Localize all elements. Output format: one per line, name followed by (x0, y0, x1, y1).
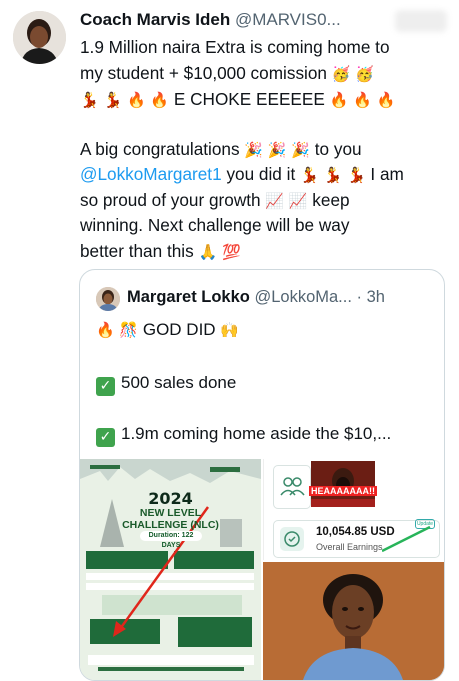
fire-emoji-icon: 🔥 (353, 91, 372, 109)
did-it-text: you did it (226, 164, 301, 184)
to-you-text: to you (314, 139, 362, 159)
users-card (273, 465, 311, 509)
dancer-emoji-icon: 💃 (103, 91, 123, 109)
congrats-text: A big congratulations (80, 139, 245, 159)
tweet-text-line-2: my student + $10,000 comission 🥳 🥳 (80, 61, 450, 88)
dancer-emoji-icon: 💃 (346, 166, 366, 184)
sales-done-text: 500 sales done (121, 373, 237, 392)
party-popper-emoji-icon: 🎉 (267, 141, 287, 159)
avatar-photo-icon (96, 287, 120, 311)
money-icon-glyph (284, 531, 300, 547)
users-icon (280, 477, 305, 496)
quoted-author-avatar[interactable] (96, 287, 120, 311)
fire-emoji-icon: 🔥 (150, 91, 170, 109)
party-face-emoji-icon: 🥳 (355, 65, 374, 83)
quoted-author-name[interactable]: Margaret Lokko (127, 288, 250, 306)
author-avatar[interactable] (13, 11, 66, 64)
growth-text: so proud of your growth (80, 190, 266, 210)
quoted-text-line-2: ✓ 500 sales done (96, 373, 236, 396)
media-grid: 2024 NEW LEVEL CHALLENGE (NLC) Duration:… (80, 459, 444, 680)
coming-home-text: 1.9m coming home aside the $10,... (121, 424, 392, 443)
party-popper-emoji-icon: 🎉 (291, 141, 310, 159)
quoted-author-handle[interactable]: @LokkoMa... (254, 288, 351, 306)
money-icon (280, 527, 304, 551)
tweet-text-line-8: better than this 🙏 💯 (80, 239, 450, 266)
quoted-tweet-header: Margaret Lokko @LokkoMa... · 3h (127, 288, 437, 307)
tweet-text-line-1: 1.9 Million naira Extra is coming home t… (80, 37, 390, 57)
author-handle[interactable]: @MARVIS0... (235, 10, 341, 29)
flyer-duration: Duration: 122 DAYS (140, 531, 202, 549)
tweet-text-line-6: so proud of your growth 📈 📈 keep (80, 188, 450, 215)
i-am-text: I am (370, 164, 404, 184)
tweet-text-line-3: 💃 💃 🔥 🔥 E CHOKE EEEEEE 🔥 🔥 🔥 (80, 87, 450, 114)
god-did-text: GOD DID (142, 320, 221, 339)
reaction-photo-icon (311, 461, 375, 507)
chart-up-emoji-icon: 📈 (288, 192, 308, 210)
better-text: better than this (80, 241, 199, 261)
quoted-tweet-time[interactable]: · 3h (357, 288, 385, 306)
earnings-label: Overall Earnings (316, 542, 383, 552)
dancer-emoji-icon: 💃 (323, 166, 343, 184)
tweet-text-line-7: winning. Next challenge will be way (80, 215, 350, 235)
dancer-emoji-icon: 💃 (80, 91, 99, 109)
tweet-text-line-5: @LokkoMargaret1 you did it 💃 💃 💃 I am (80, 162, 450, 189)
chart-up-emoji-icon: 📈 (265, 192, 285, 210)
blurred-region (395, 10, 447, 32)
mention-link[interactable]: @LokkoMargaret1 (80, 164, 222, 184)
party-face-emoji-icon: 🥳 (331, 65, 351, 83)
fire-emoji-icon: 🔥 (329, 91, 349, 109)
fire-emoji-icon: 🔥 (376, 91, 396, 109)
raised-hands-emoji-icon: 🙌 (220, 321, 239, 339)
trend-line-icon (382, 525, 431, 553)
flyer-year: 2024 (148, 489, 193, 508)
challenge-flyer-image[interactable]: 2024 NEW LEVEL CHALLENGE (NLC) Duration:… (80, 459, 261, 680)
tweet-text-line-2-text: my student + $10,000 comission (80, 63, 327, 83)
celebrate-emoji-icon: 🎊 (119, 321, 139, 339)
tweet-text-line-4: A big congratulations 🎉 🎉 🎉 to you (80, 137, 450, 164)
fire-emoji-icon: 🔥 (96, 321, 115, 339)
author-name[interactable]: Coach Marvis Ideh (80, 10, 230, 29)
flyer-line-2: CHALLENGE (NLC) (122, 519, 219, 531)
hundred-emoji-icon: 💯 (221, 243, 241, 261)
dancer-emoji-icon: 💃 (300, 166, 319, 184)
keep-text: keep (312, 190, 350, 210)
portrait-image[interactable] (263, 562, 444, 680)
quoted-text-line-1: 🔥 🎊 GOD DID 🙌 (96, 320, 239, 340)
tweet-text-line-3-text: E CHOKE EEEEEE (173, 89, 330, 109)
quoted-text-line-3: ✓ 1.9m coming home aside the $10,... (96, 424, 391, 447)
avatar-photo-icon (13, 11, 66, 64)
party-popper-emoji-icon: 🎉 (244, 141, 264, 159)
portrait-photo-icon (263, 562, 444, 680)
fire-emoji-icon: 🔥 (126, 91, 146, 109)
quoted-tweet-card[interactable]: Margaret Lokko @LokkoMa... · 3h 🔥 🎊 GOD … (79, 269, 445, 681)
check-mark-icon: ✓ (96, 428, 115, 447)
earnings-screenshot-image[interactable]: HEAAAAAAA!! 10,054.85 USD Overall Earnin… (263, 459, 444, 560)
reaction-caption: HEAAAAAAA!! (309, 486, 377, 496)
flyer-line-1: NEW LEVEL (139, 507, 202, 519)
pray-emoji-icon: 🙏 (198, 243, 218, 261)
check-mark-icon: ✓ (96, 377, 115, 396)
